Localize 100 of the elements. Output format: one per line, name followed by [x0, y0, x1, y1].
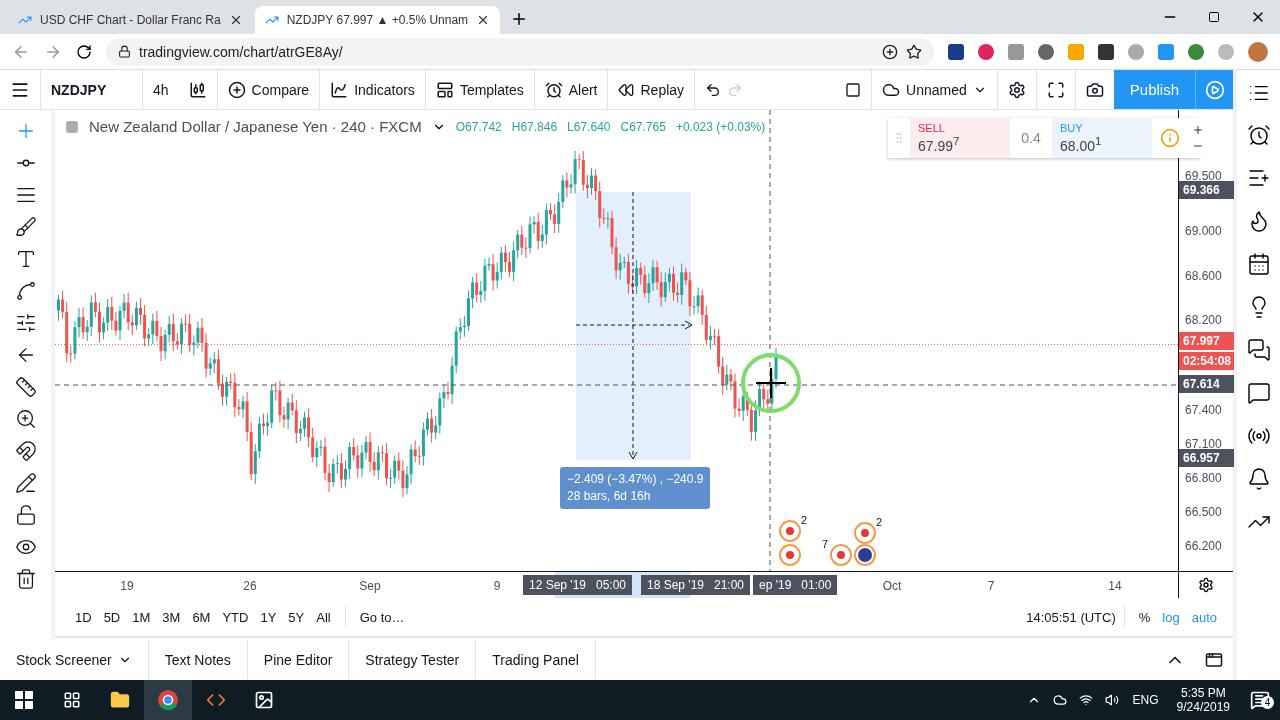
calendar-icon[interactable] — [1246, 252, 1271, 276]
wifi-icon[interactable] — [1078, 693, 1093, 707]
chat-icon[interactable] — [1246, 381, 1271, 405]
browser-tab[interactable]: NZDJPY 67.997 ▲ +0.5% Unnam — [254, 6, 501, 34]
brush-icon[interactable] — [14, 216, 37, 238]
flag-icon — [65, 119, 79, 134]
forecast-icon[interactable] — [14, 312, 37, 334]
price-tick: 66.200 — [1185, 539, 1222, 553]
range-button[interactable]: 3M — [156, 609, 187, 625]
range-button[interactable]: 1D — [69, 609, 98, 625]
spread-value: 0.4 — [1010, 118, 1052, 158]
extension-icon[interactable] — [948, 43, 964, 60]
maximize-icon[interactable] — [1205, 651, 1223, 669]
browser-tab[interactable]: USD CHF Chart - Dollar Franc Ra — [8, 6, 253, 34]
countdown-label: 02:54:08 — [1179, 352, 1234, 370]
folder-icon[interactable] — [110, 690, 130, 710]
chats-icon[interactable] — [1246, 338, 1271, 362]
interval-button[interactable]: 4h — [143, 70, 179, 109]
address-bar[interactable]: tradingview.com/chart/atrGE8Ay/ — [106, 37, 934, 66]
volume-icon[interactable] — [1104, 693, 1119, 707]
magnet-icon[interactable] — [14, 440, 37, 462]
toolbar-button[interactable]: Indicators — [320, 70, 426, 109]
event-marker[interactable] — [830, 544, 852, 566]
avatar[interactable] — [1248, 41, 1268, 62]
star-icon[interactable] — [906, 43, 922, 60]
unlock-icon[interactable] — [14, 504, 37, 526]
price-tick: 67.400 — [1185, 403, 1222, 417]
restore-icon[interactable] — [1208, 11, 1220, 23]
fullscreen-icon[interactable] — [1046, 80, 1065, 99]
symbol-search[interactable]: NZDJPY — [41, 70, 143, 109]
photos-icon[interactable] — [254, 690, 274, 710]
add-icon[interactable] — [882, 43, 898, 60]
drag-handle-icon — [896, 131, 902, 145]
bell-icon[interactable] — [1246, 467, 1271, 491]
price-tick: 68.600 — [1185, 269, 1222, 283]
toolbar-button[interactable]: Templates — [425, 70, 535, 109]
go-to-button[interactable]: Go to… — [353, 609, 411, 625]
price-tick: 69.000 — [1185, 224, 1222, 238]
time-tick: Sep — [359, 579, 381, 593]
time-tick: Oct — [882, 579, 902, 593]
dropbox-icon[interactable] — [1052, 693, 1067, 707]
range-button[interactable]: 5D — [97, 609, 127, 625]
event-marker[interactable] — [854, 522, 876, 544]
toolbar-button[interactable]: Replay — [608, 70, 696, 109]
pencil-lock-icon[interactable] — [14, 472, 37, 494]
buy-button[interactable]: BUY 68.00$^{1}$ — [1052, 118, 1152, 158]
undo-icon[interactable] — [705, 81, 722, 98]
symbol-title[interactable]: New Zealand Dollar / Japanese Yen · 240 · FXCM — [89, 118, 422, 135]
toolbar-button[interactable]: Compare — [217, 70, 321, 109]
ohlc-value: O67.742 — [455, 119, 502, 134]
ruler-icon[interactable] — [14, 376, 37, 398]
zoom-in-icon[interactable] — [14, 408, 37, 430]
rewind-icon — [618, 81, 635, 98]
pattern-icon[interactable] — [14, 280, 37, 302]
settings-icon[interactable] — [1198, 577, 1214, 593]
toolbar-button[interactable]: Alert — [534, 70, 609, 109]
range-button[interactable]: All — [310, 609, 337, 625]
time-label: 18 Sep '19 21:00 — [641, 575, 751, 595]
extension-icon[interactable] — [1098, 43, 1114, 60]
price-tick: 66.800 — [1185, 471, 1222, 485]
play-icon — [1204, 79, 1225, 100]
square-icon[interactable] — [845, 81, 862, 98]
trash-icon[interactable] — [14, 568, 37, 590]
sell-button[interactable]: SELL 67.99$^{7}$ — [910, 118, 1010, 158]
time-tick: 9 — [493, 579, 501, 593]
settings-icon[interactable] — [1007, 80, 1026, 99]
ohlc-value: L67.640 — [567, 119, 611, 134]
browser-icon[interactable] — [157, 689, 179, 711]
time-tick: 14 — [1108, 579, 1122, 593]
taskbar-clock[interactable]: 5:35 PM 9/24/2019 — [1176, 686, 1230, 714]
range-button[interactable]: 5Y — [282, 609, 311, 625]
range-button[interactable]: 1M — [126, 609, 157, 625]
ohlc-value: C67.765 — [620, 119, 666, 134]
url-text: tradingview.com/chart/atrGE8Ay/ — [139, 43, 343, 60]
lock-icon — [118, 45, 131, 58]
candlestick-icon[interactable] — [188, 80, 207, 99]
templates-icon — [435, 80, 454, 99]
alarm-clock-icon[interactable] — [1246, 123, 1271, 147]
event-marker[interactable] — [779, 520, 801, 542]
clock-text[interactable]: 14:05:51 (UTC) — [1026, 609, 1116, 625]
change-value: +0.023 (+0.03%) — [675, 119, 766, 134]
range-button[interactable]: 6M — [186, 609, 217, 625]
task-view-icon[interactable] — [63, 691, 81, 709]
scale-toggle[interactable]: % — [1132, 609, 1157, 625]
language-indicator[interactable]: ENG — [1132, 693, 1159, 707]
play-button[interactable] — [1195, 70, 1233, 109]
time-tick: 7 — [987, 579, 995, 593]
reload-icon[interactable] — [76, 43, 92, 60]
layout-button[interactable]: Unnamed — [872, 70, 998, 109]
time-tick: 19 — [120, 579, 134, 593]
event-marker[interactable] — [854, 544, 876, 566]
time-label: ep '19 01:00 — [753, 575, 838, 595]
ohlc-value: H67.846 — [511, 119, 558, 134]
measure-label: −2.409 (−3.47%) , −240.9 28 bars, 6d 16h — [560, 467, 711, 509]
extension-icon[interactable] — [1038, 43, 1054, 60]
range-button[interactable]: 1Y — [254, 609, 283, 625]
plus-icon[interactable] — [1192, 124, 1204, 136]
event-marker[interactable] — [779, 544, 801, 566]
range-button[interactable]: YTD — [216, 609, 255, 625]
price-tick: 69.500 — [1185, 169, 1222, 183]
